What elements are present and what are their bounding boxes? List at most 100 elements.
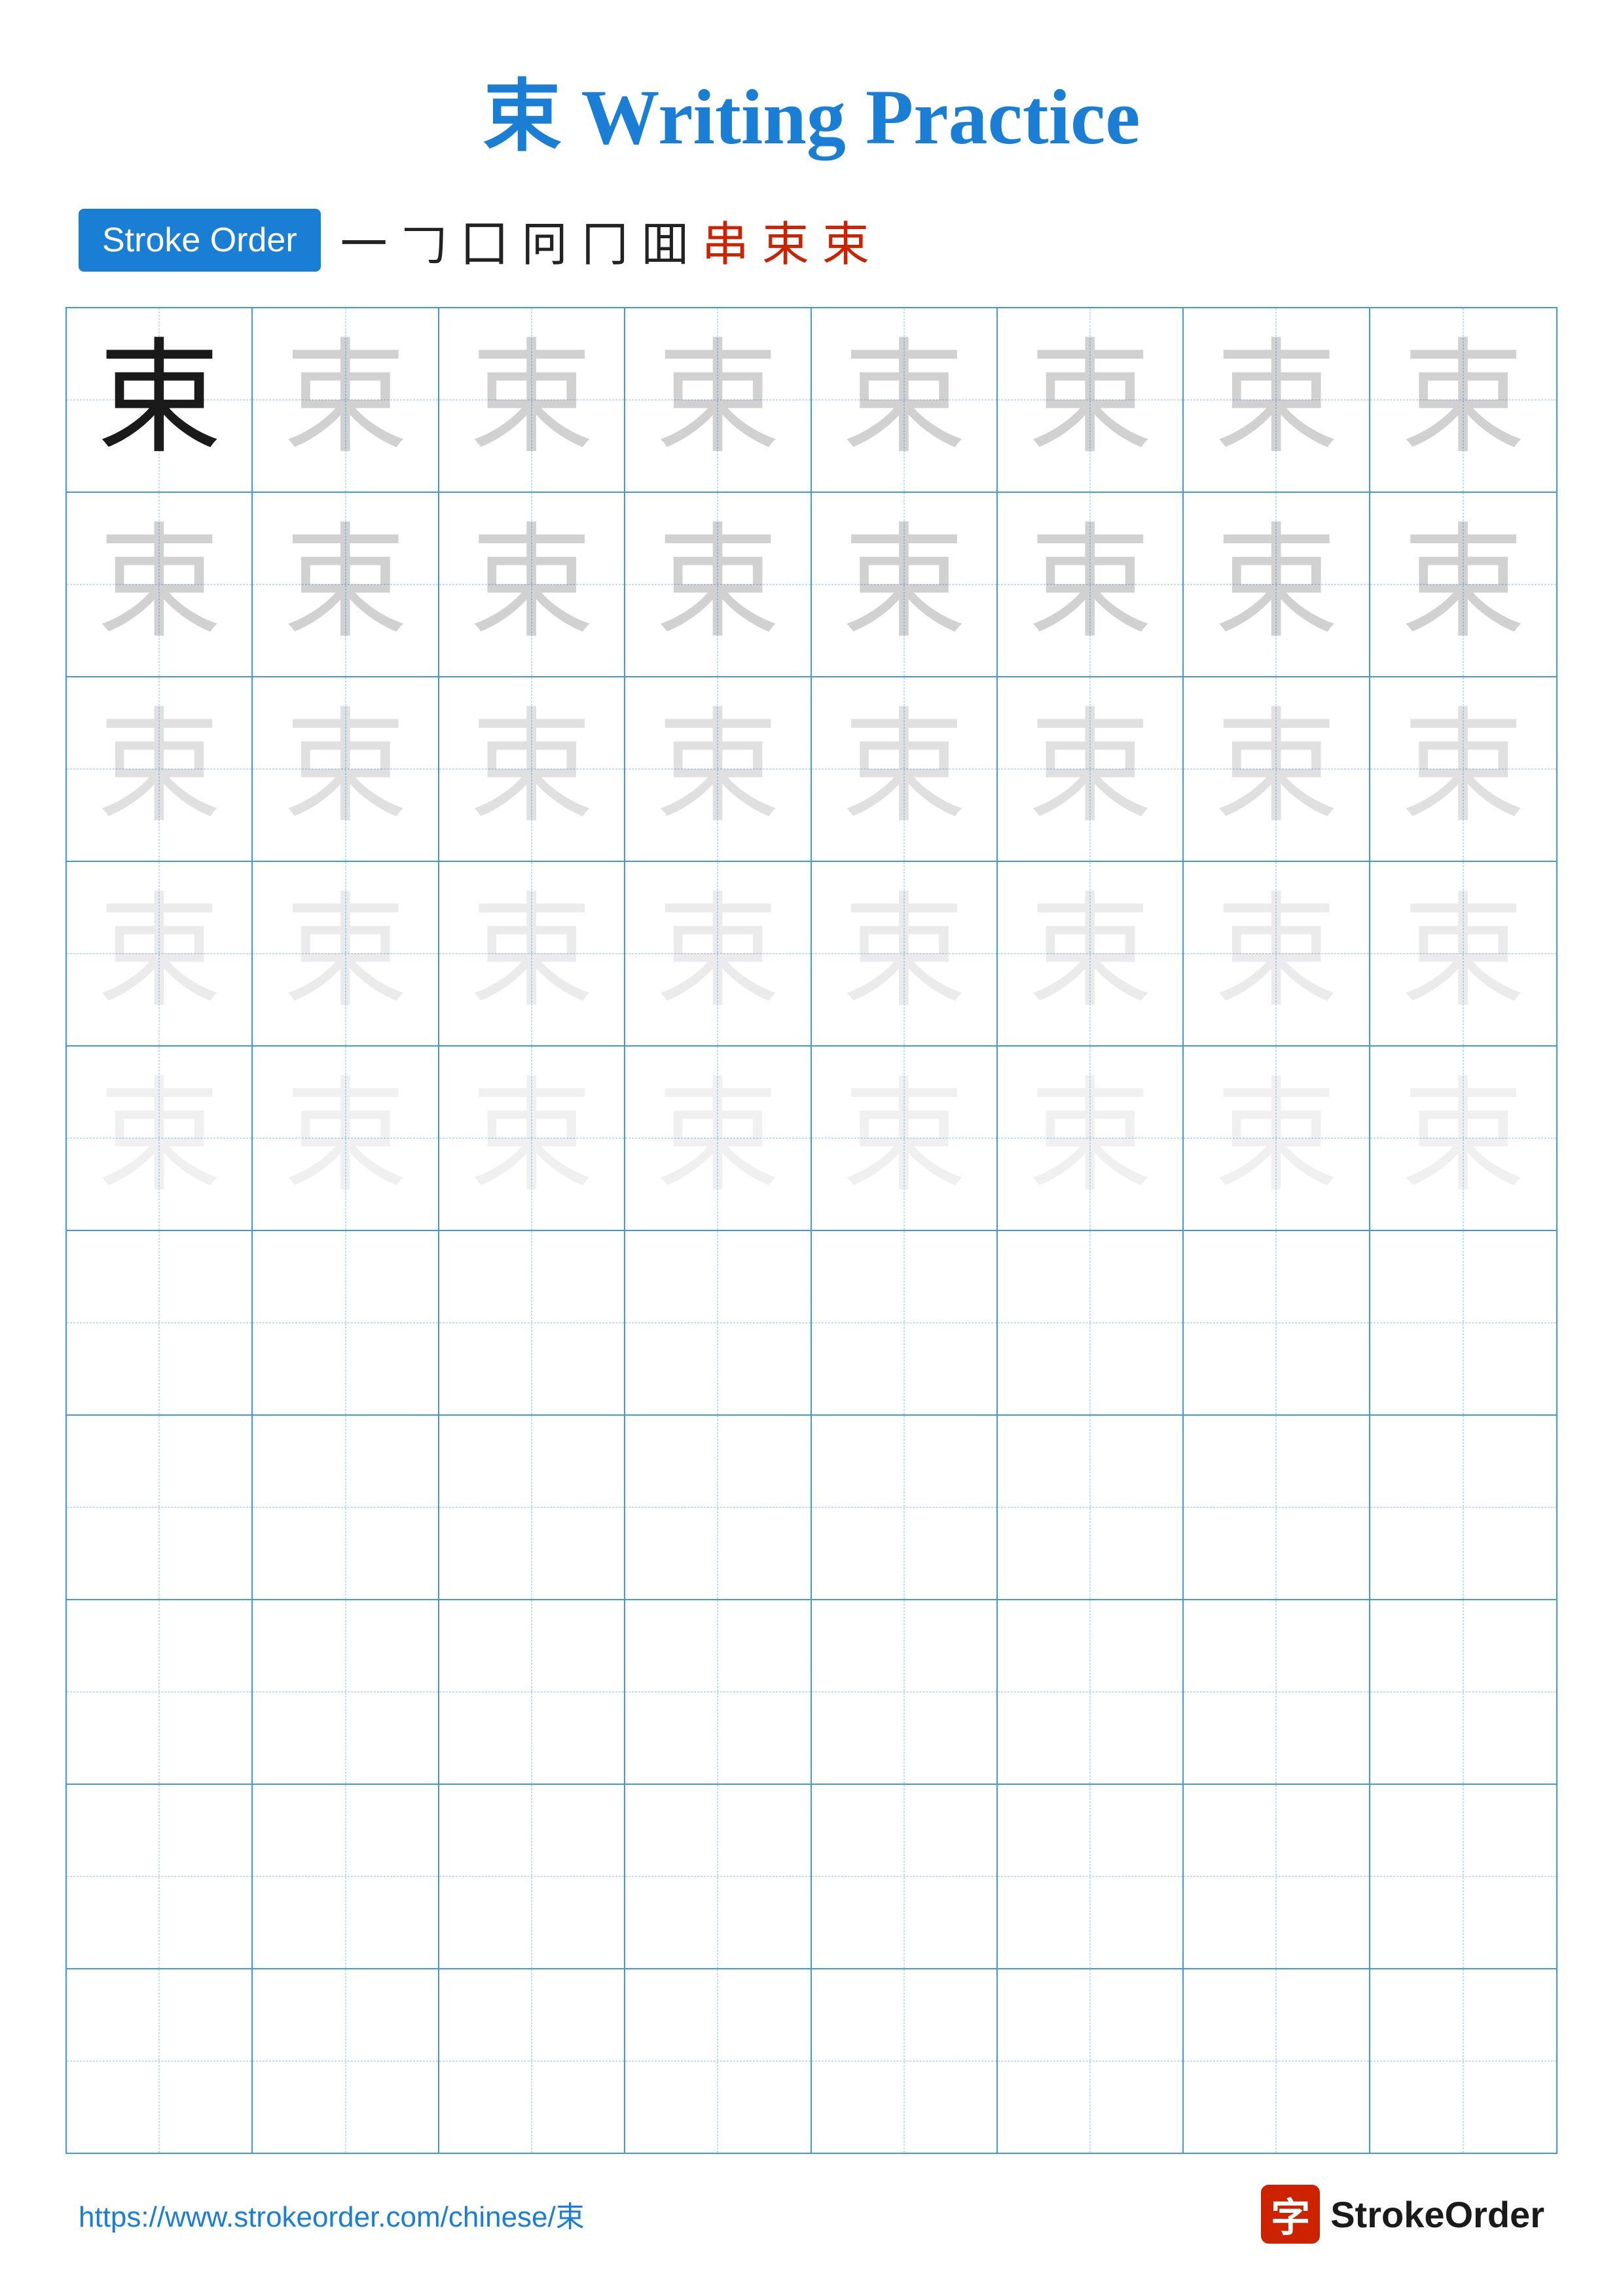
grid-row[interactable] — [67, 1416, 1556, 1600]
grid-cell[interactable] — [67, 1600, 253, 1784]
grid-cell[interactable] — [253, 1231, 439, 1414]
grid-cell[interactable] — [1184, 1231, 1370, 1414]
grid-cell[interactable] — [625, 1600, 811, 1784]
grid-cell[interactable] — [67, 1416, 253, 1599]
grid-row[interactable]: 束束束束束束束束 — [67, 677, 1556, 862]
grid-cell[interactable] — [253, 1600, 439, 1784]
grid-cell[interactable] — [812, 1600, 998, 1784]
grid-cell[interactable] — [439, 1231, 625, 1414]
grid-cell[interactable] — [998, 1785, 1184, 1968]
practice-char: 束 — [1401, 338, 1525, 462]
practice-char: 束 — [1028, 522, 1152, 647]
grid-cell[interactable]: 束 — [1184, 677, 1370, 861]
grid-cell[interactable]: 束 — [253, 1047, 439, 1230]
grid-cell[interactable]: 束 — [812, 493, 998, 676]
grid-cell[interactable] — [625, 1416, 811, 1599]
grid-cell[interactable] — [812, 1969, 998, 2153]
grid-cell[interactable] — [998, 1231, 1184, 1414]
grid-cell[interactable] — [1184, 1785, 1370, 1968]
grid-cell[interactable] — [812, 1785, 998, 1968]
practice-char: 束 — [842, 707, 966, 831]
practice-char: 束 — [97, 707, 221, 831]
grid-cell[interactable] — [812, 1416, 998, 1599]
grid-cell[interactable] — [625, 1231, 811, 1414]
grid-cell[interactable] — [1370, 1416, 1556, 1599]
grid-cell[interactable]: 束 — [1370, 1047, 1556, 1230]
grid-cell[interactable]: 束 — [253, 308, 439, 492]
grid-cell[interactable]: 束 — [253, 493, 439, 676]
grid-cell[interactable] — [1184, 1416, 1370, 1599]
grid-cell[interactable] — [67, 1969, 253, 2153]
grid-cell[interactable]: 束 — [439, 1047, 625, 1230]
grid-cell[interactable]: 束 — [1370, 862, 1556, 1045]
grid-cell[interactable]: 束 — [67, 862, 253, 1045]
grid-cell[interactable] — [439, 1785, 625, 1968]
grid-cell[interactable]: 束 — [439, 677, 625, 861]
grid-cell[interactable]: 束 — [998, 677, 1184, 861]
stroke-3: 囗 — [461, 206, 508, 274]
grid-cell[interactable] — [1370, 1231, 1556, 1414]
grid-cell[interactable]: 束 — [998, 1047, 1184, 1230]
grid-row[interactable] — [67, 1785, 1556, 1969]
grid-cell[interactable]: 束 — [439, 308, 625, 492]
grid-row[interactable]: 束束束束束束束束 — [67, 493, 1556, 677]
grid-cell[interactable]: 束 — [998, 493, 1184, 676]
practice-char: 束 — [1028, 1076, 1152, 1200]
grid-cell[interactable] — [1370, 1785, 1556, 1968]
grid-cell[interactable]: 束 — [812, 862, 998, 1045]
grid-cell[interactable] — [1184, 1969, 1370, 2153]
grid-cell[interactable]: 束 — [253, 677, 439, 861]
grid-cell[interactable]: 束 — [625, 862, 811, 1045]
grid-cell[interactable]: 束 — [625, 1047, 811, 1230]
grid-cell[interactable]: 束 — [625, 308, 811, 492]
grid-cell[interactable] — [439, 1416, 625, 1599]
grid-cell[interactable] — [625, 1785, 811, 1968]
grid-cell[interactable] — [998, 1969, 1184, 2153]
grid-cell[interactable] — [253, 1416, 439, 1599]
grid-cell[interactable] — [625, 1969, 811, 2153]
grid-cell[interactable] — [67, 1231, 253, 1414]
grid-row[interactable]: 束束束束束束束束 — [67, 862, 1556, 1047]
grid-cell[interactable]: 束 — [625, 493, 811, 676]
grid-cell[interactable]: 束 — [1184, 493, 1370, 676]
grid-cell[interactable]: 束 — [67, 677, 253, 861]
grid-row[interactable]: 束束束束束束束束 — [67, 1047, 1556, 1231]
grid-cell[interactable] — [439, 1969, 625, 2153]
grid-cell[interactable] — [998, 1600, 1184, 1784]
grid-cell[interactable] — [1370, 1600, 1556, 1784]
practice-char: 束 — [655, 891, 780, 1016]
grid-row[interactable]: 束束束束束束束束 — [67, 308, 1556, 493]
grid-cell[interactable] — [253, 1785, 439, 1968]
grid-cell[interactable] — [998, 1416, 1184, 1599]
grid-cell[interactable] — [67, 1785, 253, 1968]
practice-char: 束 — [469, 707, 594, 831]
footer-url[interactable]: https://www.strokeorder.com/chinese/束 — [79, 2193, 585, 2235]
grid-cell[interactable] — [1184, 1600, 1370, 1784]
grid-cell[interactable]: 束 — [812, 308, 998, 492]
footer-logo: 字 StrokeOrder — [1261, 2185, 1544, 2244]
grid-cell[interactable]: 束 — [812, 677, 998, 861]
grid-cell[interactable]: 束 — [1370, 493, 1556, 676]
grid-cell[interactable]: 束 — [67, 493, 253, 676]
grid-cell[interactable]: 束 — [1370, 677, 1556, 861]
grid-cell[interactable]: 束 — [625, 677, 811, 861]
grid-row[interactable] — [67, 1600, 1556, 1785]
grid-cell[interactable] — [1370, 1969, 1556, 2153]
grid-cell[interactable]: 束 — [998, 862, 1184, 1045]
grid-row[interactable] — [67, 1231, 1556, 1416]
grid-cell[interactable] — [812, 1231, 998, 1414]
grid-cell[interactable]: 束 — [253, 862, 439, 1045]
grid-cell[interactable]: 束 — [1184, 862, 1370, 1045]
grid-cell[interactable]: 束 — [1370, 308, 1556, 492]
grid-cell[interactable]: 束 — [67, 1047, 253, 1230]
grid-cell[interactable]: 束 — [439, 862, 625, 1045]
grid-cell[interactable]: 束 — [998, 308, 1184, 492]
grid-cell[interactable] — [253, 1969, 439, 2153]
grid-cell[interactable] — [439, 1600, 625, 1784]
grid-cell[interactable]: 束 — [1184, 1047, 1370, 1230]
grid-cell[interactable]: 束 — [67, 308, 253, 492]
grid-row[interactable] — [67, 1969, 1556, 2153]
grid-cell[interactable]: 束 — [1184, 308, 1370, 492]
grid-cell[interactable]: 束 — [812, 1047, 998, 1230]
grid-cell[interactable]: 束 — [439, 493, 625, 676]
